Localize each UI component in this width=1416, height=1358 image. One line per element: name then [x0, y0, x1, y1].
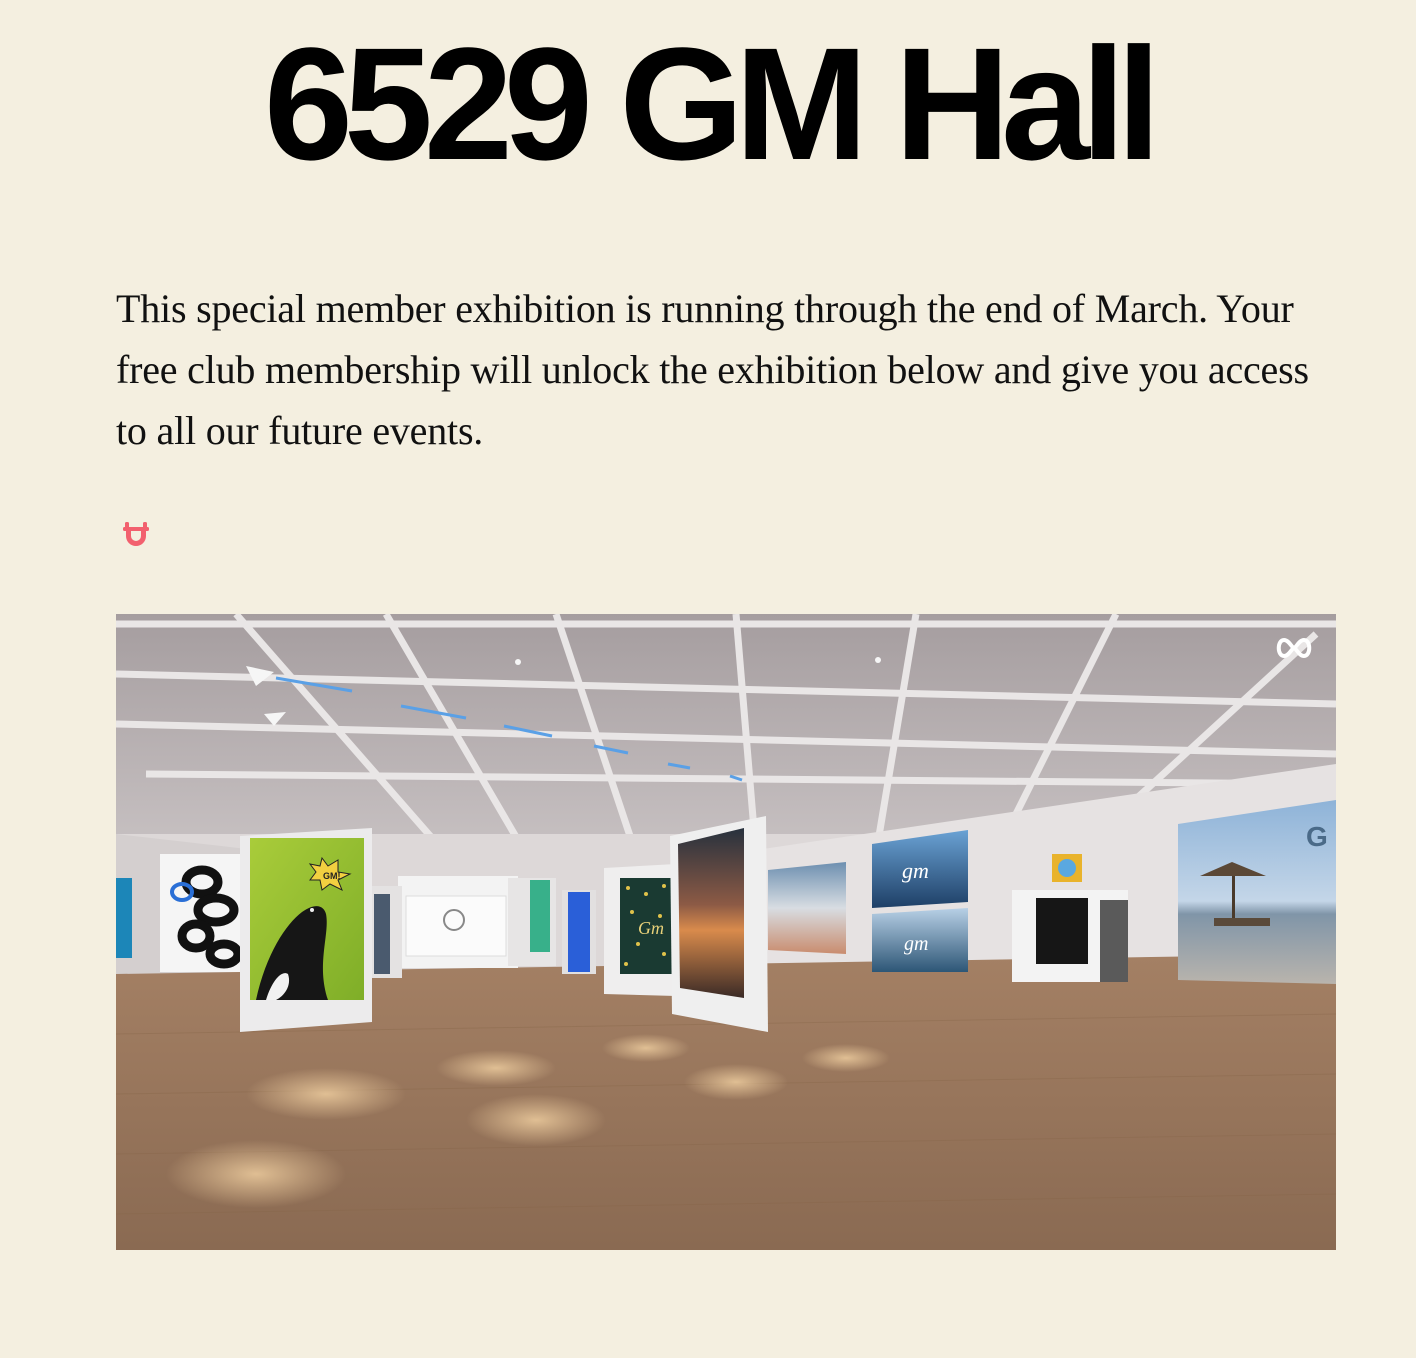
artwork-dark-dots [1036, 898, 1088, 964]
infinity-loop-icon[interactable] [1274, 634, 1314, 662]
art-gm-text-1: Gm [638, 918, 664, 938]
gallery-scene[interactable]: GM! Gm gm gm G [116, 614, 1336, 1250]
gm-speech-text: GM! [323, 871, 341, 881]
art-gm-text-2: gm [902, 858, 929, 883]
artwork-waves [768, 862, 846, 954]
unlock-icon[interactable] [120, 518, 152, 550]
virtual-gallery-viewer[interactable]: GM! Gm gm gm G [116, 614, 1336, 1250]
art-gm-text-3: gm [904, 933, 928, 955]
page-title: 6529 GM Hall [263, 14, 1161, 193]
page: 6529 GM Hall This special member exhibit… [0, 0, 1416, 1358]
artwork-left-edge [116, 878, 132, 958]
art-gm-text-4: G [1306, 821, 1328, 852]
artwork-sunset [678, 828, 744, 998]
far-artwork [405, 895, 507, 957]
intro-paragraph: This special member exhibition is runnin… [116, 286, 1309, 453]
